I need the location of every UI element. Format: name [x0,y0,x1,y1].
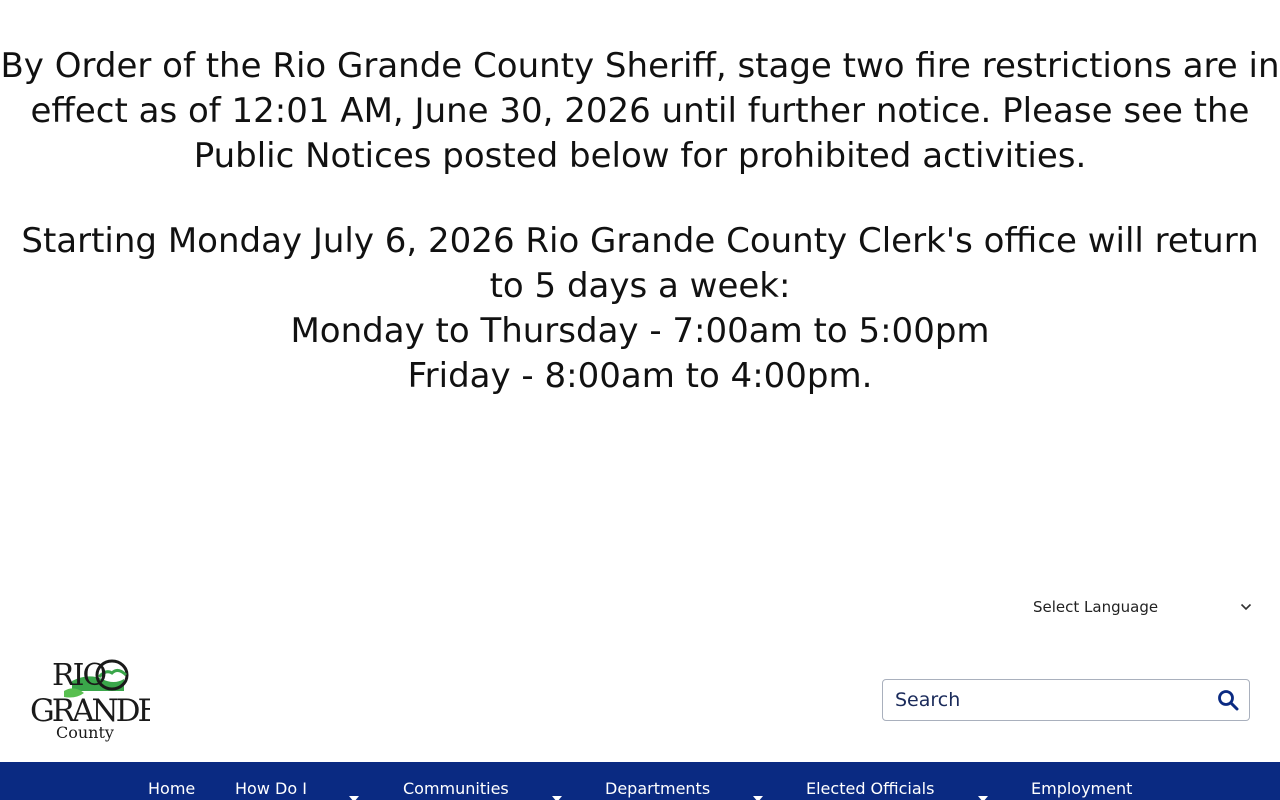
language-select-label: Select Language [1033,598,1159,616]
main-navigation: Home How Do I Communities Departments El… [0,762,1280,800]
page: By Order of the Rio Grande County Sherif… [0,0,1280,800]
logo-text-rio: RIO [52,658,105,693]
chevron-down-icon [1239,600,1253,614]
caret-down-icon[interactable] [349,787,359,800]
language-select[interactable]: Select Language [1033,596,1253,618]
county-logo[interactable]: RIO GRANDE County [28,655,161,745]
nav-item-communities[interactable]: Communities [403,780,509,798]
clerk-hours-notice: Starting Monday July 6, 2026 Rio Grande … [21,221,1259,306]
nav-item-how-do-i[interactable]: How Do I [235,780,307,798]
nav-item-home[interactable]: Home [148,780,195,798]
fire-restriction-notice: By Order of the Rio Grande County Sherif… [0,46,1280,176]
search-box [882,679,1250,721]
nav-item-elected-officials[interactable]: Elected Officials [806,780,934,798]
logo-text-county: County [56,723,114,742]
nav-item-departments[interactable]: Departments [605,780,710,798]
caret-down-icon[interactable] [753,787,763,800]
clerk-hours-weekday: Monday to Thursday - 7:00am to 5:00pm [290,311,990,351]
search-icon[interactable] [1217,689,1239,711]
alert-banner: By Order of the Rio Grande County Sherif… [0,44,1280,399]
nav-item-employment[interactable]: Employment [1031,780,1132,798]
caret-down-icon[interactable] [978,787,988,800]
caret-down-icon[interactable] [552,787,562,800]
clerk-hours-friday: Friday - 8:00am to 4:00pm. [407,356,873,396]
search-input[interactable] [883,681,1203,719]
